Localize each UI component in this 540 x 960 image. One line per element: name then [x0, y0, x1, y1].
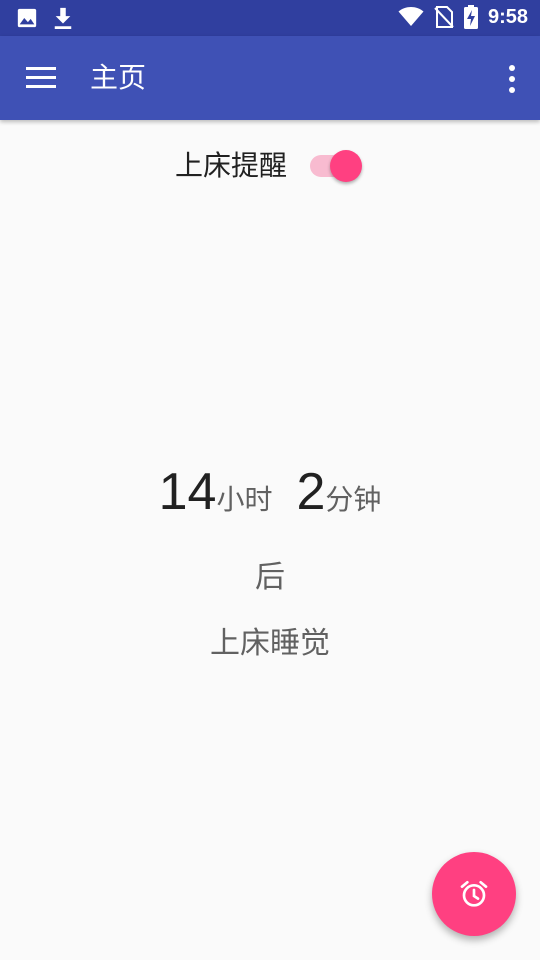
- countdown-minutes-unit: 分钟: [325, 483, 382, 516]
- countdown-minutes: 2: [296, 463, 326, 521]
- alarm-icon: [460, 880, 488, 907]
- page-title: 主页: [90, 61, 147, 94]
- countdown-hours: 14: [158, 463, 217, 521]
- countdown-display: 14小时 2分钟: [0, 462, 540, 522]
- wifi-icon: [398, 7, 424, 26]
- countdown-action: 上床睡觉: [210, 626, 330, 661]
- image-icon: [17, 8, 37, 28]
- status-system: 9:58: [398, 5, 528, 29]
- more-vert-icon[interactable]: [506, 64, 518, 94]
- alarm-fab-button[interactable]: [432, 852, 516, 936]
- status-bar: 9:58: [0, 0, 540, 36]
- switch-thumb: [330, 150, 362, 182]
- status-notifications: [16, 6, 74, 30]
- status-time: 9:58: [487, 5, 528, 28]
- battery-charging-icon: [463, 5, 478, 29]
- reminder-toggle-label: 上床提醒: [175, 149, 288, 182]
- app-bar: 主页: [0, 36, 540, 120]
- download-icon: [54, 7, 72, 29]
- hamburger-menu-icon[interactable]: [26, 65, 58, 91]
- no-sim-icon: [434, 6, 454, 28]
- countdown-hours-unit: 小时: [216, 483, 273, 516]
- countdown-suffix: 后: [255, 560, 285, 595]
- reminder-toggle-switch[interactable]: [308, 148, 364, 182]
- reminder-toggle-row: 上床提醒: [0, 140, 540, 190]
